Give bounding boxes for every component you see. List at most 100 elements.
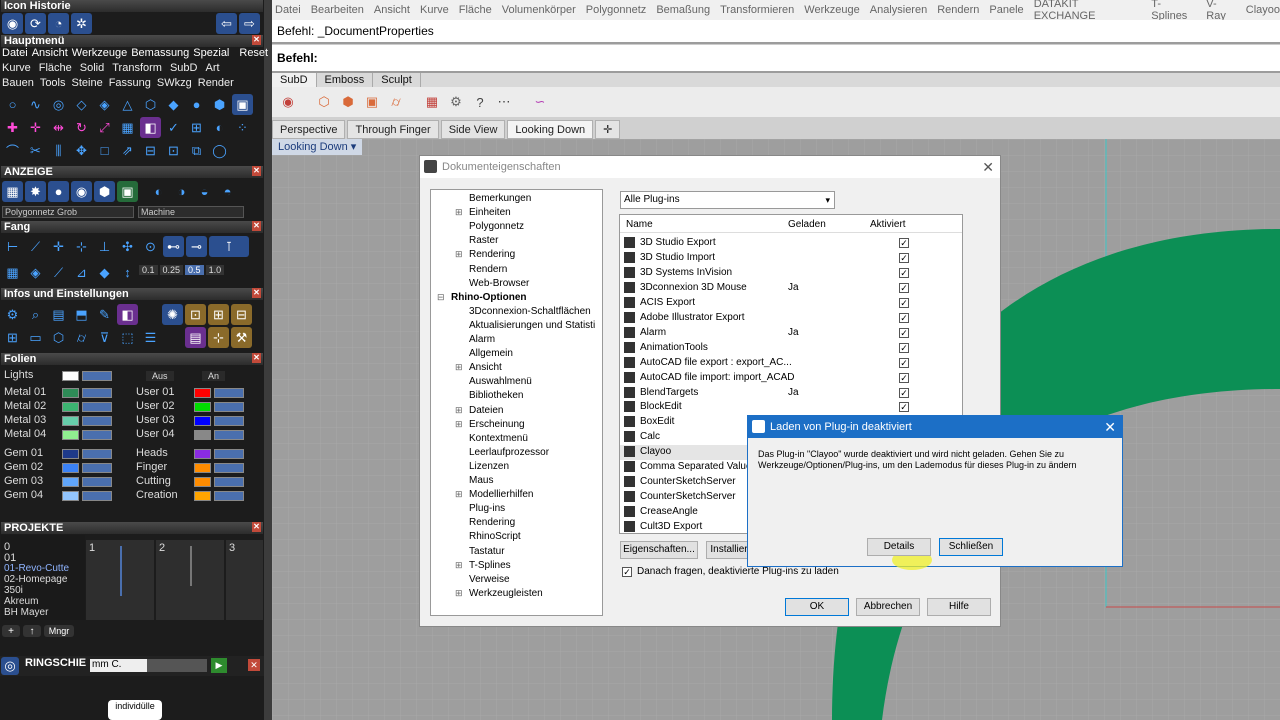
material-icon[interactable]: ◧ (117, 304, 138, 325)
cube-icon[interactable]: ⬡ (48, 327, 69, 348)
grid-icon[interactable]: ▦ (117, 117, 138, 138)
expand-icon[interactable]: ⊞ (455, 489, 463, 500)
layer-snap-icon[interactable]: ◈ (25, 262, 46, 283)
check-icon[interactable]: ✓ (163, 117, 184, 138)
ring-size-input[interactable]: mm C. (90, 659, 152, 672)
layer-toggle[interactable] (214, 463, 244, 473)
menu-subd[interactable]: SubD (170, 62, 198, 75)
layer-color-swatch[interactable] (194, 416, 211, 426)
layer-name[interactable]: User 02 (136, 400, 175, 412)
cone-icon[interactable]: △ (117, 94, 138, 115)
layer-color-swatch[interactable] (194, 463, 211, 473)
project-item[interactable]: 02-Homepage (4, 574, 67, 585)
tree-item[interactable]: Ansicht (469, 362, 502, 373)
add-icon[interactable]: + (2, 625, 20, 637)
xray-icon[interactable]: ⬢ (94, 181, 115, 202)
clock-icon[interactable]: ◔ (48, 13, 69, 34)
render-icon[interactable]: ▣ (232, 94, 253, 115)
plugin-enabled-checkbox[interactable]: ✓ (899, 357, 909, 368)
project-thumb-2[interactable]: 2 (156, 540, 224, 620)
ghosted-icon[interactable]: ◉ (71, 181, 92, 202)
menubar-item[interactable]: T-Splines (1151, 0, 1196, 22)
layer-toggle[interactable] (214, 416, 244, 426)
snap-mid-icon[interactable]: ⊹ (71, 236, 92, 257)
close-button[interactable]: Schließen (939, 538, 1003, 556)
subd-crease-icon[interactable]: ⬢ (338, 92, 358, 112)
tree-item[interactable]: Lizenzen (469, 461, 509, 472)
wireframe-icon[interactable]: ▦ (2, 181, 23, 202)
tree-item[interactable]: T-Splines (469, 560, 511, 571)
properties-button[interactable]: Eigenschaften... (620, 541, 698, 559)
cancel-button[interactable]: Abbrechen (856, 598, 920, 616)
menubar-item[interactable]: Polygonnetz (586, 4, 647, 16)
shaded-icon[interactable]: ✸ (25, 181, 46, 202)
plugin-enabled-checkbox[interactable]: ✓ (899, 312, 909, 323)
menubar-item[interactable]: Analysieren (870, 4, 927, 16)
point-icon[interactable]: ✚ (2, 117, 23, 138)
tree-item[interactable]: Leerlaufprozessor (469, 447, 549, 458)
snap-end-icon[interactable]: ⊢ (2, 236, 23, 257)
move-icon[interactable]: ⇹ (48, 117, 69, 138)
cylinder-icon[interactable]: ⌭ (71, 327, 92, 348)
settings-icon[interactable]: ⚙ (2, 304, 23, 325)
layer-toggle[interactable] (214, 430, 244, 440)
layer-toggle[interactable] (214, 491, 244, 501)
up-icon[interactable]: ↑ (23, 625, 41, 637)
menu-solid[interactable]: Solid (80, 62, 104, 75)
column-name[interactable]: Name (626, 219, 653, 230)
expand-icon[interactable]: ⊞ (455, 560, 463, 571)
list-icon[interactable]: ☰ (140, 327, 161, 348)
layer-name[interactable]: Gem 03 (4, 475, 43, 487)
points-icon[interactable]: ⁘ (232, 117, 253, 138)
install-button[interactable]: Installier (706, 541, 752, 559)
vertical-icon[interactable]: ↕ (117, 262, 138, 283)
tree-item[interactable]: Kontextmenü (469, 433, 528, 444)
layer-toggle[interactable] (82, 463, 112, 473)
layer-name[interactable]: Lights (4, 369, 33, 381)
close-icon[interactable]: ✕ (252, 166, 261, 176)
manager-button[interactable]: Mngr (44, 625, 74, 637)
close-icon[interactable]: ✕ (252, 35, 261, 45)
plane-icon[interactable]: ⊿ (71, 262, 92, 283)
plugin-enabled-checkbox[interactable]: ✓ (899, 252, 909, 263)
tab-side-view[interactable]: Side View (440, 120, 506, 139)
tool-icon[interactable]: ⚒ (231, 327, 252, 348)
snap-toggle-icon[interactable]: ⊺ (209, 236, 249, 257)
solid-icon[interactable]: ⬡ (140, 94, 161, 115)
tree-item[interactable]: Werkzeugleisten (469, 588, 543, 599)
circle-icon[interactable]: ○ (2, 94, 23, 115)
expand-icon[interactable]: ⊞ (455, 588, 463, 599)
layer-name[interactable]: User 01 (136, 386, 175, 398)
props-icon[interactable]: ⊡ (185, 304, 206, 325)
layer-name[interactable]: Metal 04 (4, 428, 46, 440)
subd-sphere-icon[interactable]: ◉ (278, 92, 298, 112)
layer-toggle[interactable] (82, 416, 112, 426)
trim-icon[interactable]: ✂ (25, 140, 46, 161)
box3d-icon[interactable]: ⬒ (71, 304, 92, 325)
help-button[interactable]: Hilfe (927, 598, 991, 616)
menubar-item[interactable]: DATAKIT EXCHANGE (1034, 0, 1142, 22)
menu-render[interactable]: Render (198, 77, 234, 90)
layer-toggle[interactable] (82, 477, 112, 487)
snap-value-0[interactable]: 0.1 (139, 265, 158, 275)
sphere-icon[interactable]: ◐ (209, 117, 230, 138)
snap-value-2[interactable]: 0.5 (185, 265, 204, 275)
ok-button[interactable]: OK (785, 598, 849, 616)
plugin-enabled-checkbox[interactable]: ✓ (899, 402, 909, 413)
menu-datei[interactable]: Datei (2, 47, 28, 60)
snap-cen-icon[interactable]: ⊥ (94, 236, 115, 257)
menubar-item[interactable]: Clayoo (1246, 4, 1280, 16)
plugin-enabled-checkbox[interactable]: ✓ (899, 327, 909, 338)
tree-item[interactable]: Einheiten (469, 207, 511, 218)
forward-arrow-icon[interactable]: ⇨ (239, 13, 260, 34)
menu-spezial[interactable]: Spezial (193, 47, 229, 60)
menu-bemassung[interactable]: Bemassung (131, 47, 189, 60)
tree-item[interactable]: 3Dconnexion-Schaltflächen (469, 306, 591, 317)
tree-item[interactable]: Rendering (469, 249, 515, 260)
tree-item[interactable]: Alarm (469, 334, 495, 345)
menubar-item[interactable]: Ansicht (374, 4, 410, 16)
light-icon[interactable]: ✺ (162, 304, 183, 325)
tab-looking-down[interactable]: Looking Down (507, 120, 594, 139)
layer-color-swatch[interactable] (62, 477, 79, 487)
plugin-enabled-checkbox[interactable]: ✓ (899, 372, 909, 383)
